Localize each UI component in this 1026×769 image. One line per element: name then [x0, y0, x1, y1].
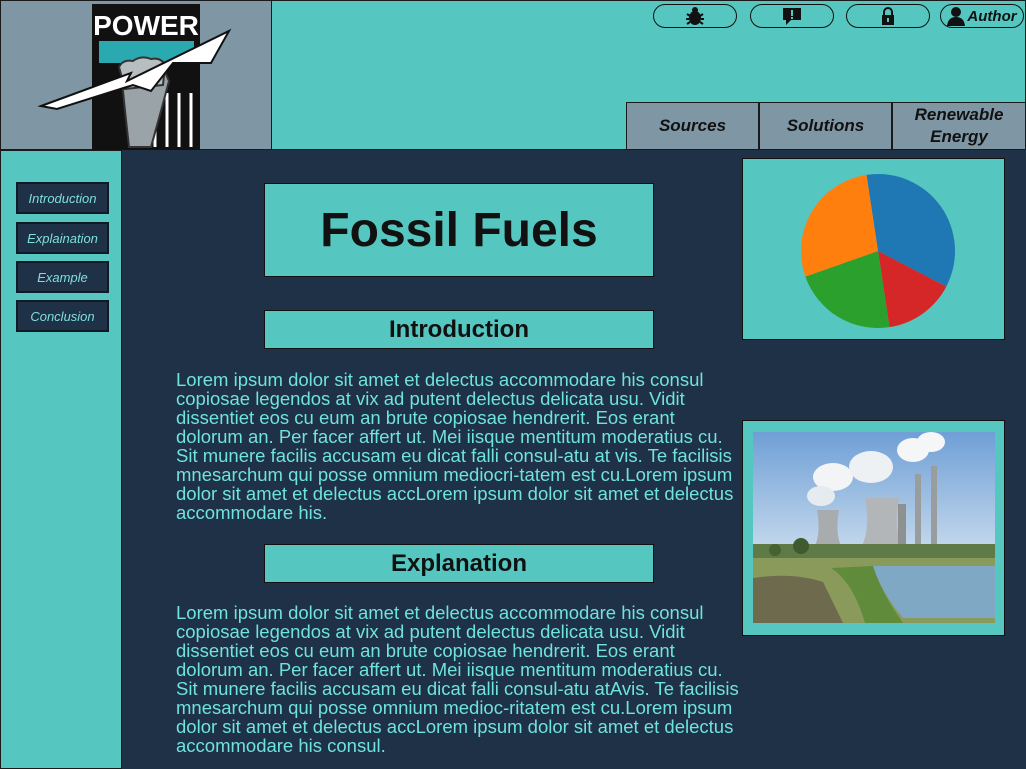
power-logo[interactable]: POWER [1, 1, 273, 151]
lock-button[interactable] [846, 4, 930, 28]
section-heading-explanation: Explanation [264, 544, 654, 583]
sidebar-item-conclusion[interactable]: Conclusion [16, 300, 109, 332]
logo-text: POWER [93, 10, 199, 41]
tab-label: Sources [658, 116, 727, 135]
tab-label: Renewable Energy [914, 105, 1004, 146]
user-icon [947, 7, 966, 26]
photo-panel [742, 420, 1005, 636]
logo-panel: POWER [0, 0, 272, 150]
section-body-explanation: Lorem ipsum dolor sit amet et delectus a… [176, 602, 739, 756]
sidebar-item-label: Conclusion [30, 308, 95, 324]
pie-chart [801, 174, 955, 328]
lock-icon [882, 7, 894, 25]
section-body-introduction: Lorem ipsum dolor sit amet et delectus a… [176, 369, 734, 523]
sidebar-item-label: Explaination [27, 230, 98, 246]
page-title: Fossil Fuels [264, 183, 654, 277]
tab-solutions[interactable]: Solutions [759, 102, 892, 150]
sidebar-item-label: Example [37, 269, 88, 285]
pie-chart-panel [742, 158, 1005, 340]
section-heading-introduction: Introduction [264, 310, 654, 349]
tab-sources[interactable]: Sources [626, 102, 759, 150]
author-button[interactable]: Author [940, 4, 1024, 28]
tab-renewable-energy[interactable]: Renewable Energy [892, 102, 1026, 150]
tab-label: Solutions [786, 116, 865, 135]
sidebar-item-explaination[interactable]: Explaination [16, 222, 109, 254]
alert-message-icon [783, 8, 801, 25]
power-plant-photo [753, 432, 995, 623]
author-label: Author [967, 7, 1017, 25]
sidebar-item-label: Introduction [28, 190, 97, 206]
sidebar-item-introduction[interactable]: Introduction [16, 182, 109, 214]
bug-icon [686, 7, 704, 25]
feedback-button[interactable] [750, 4, 834, 28]
sidebar-item-example[interactable]: Example [16, 261, 109, 293]
bug-report-button[interactable] [653, 4, 737, 28]
